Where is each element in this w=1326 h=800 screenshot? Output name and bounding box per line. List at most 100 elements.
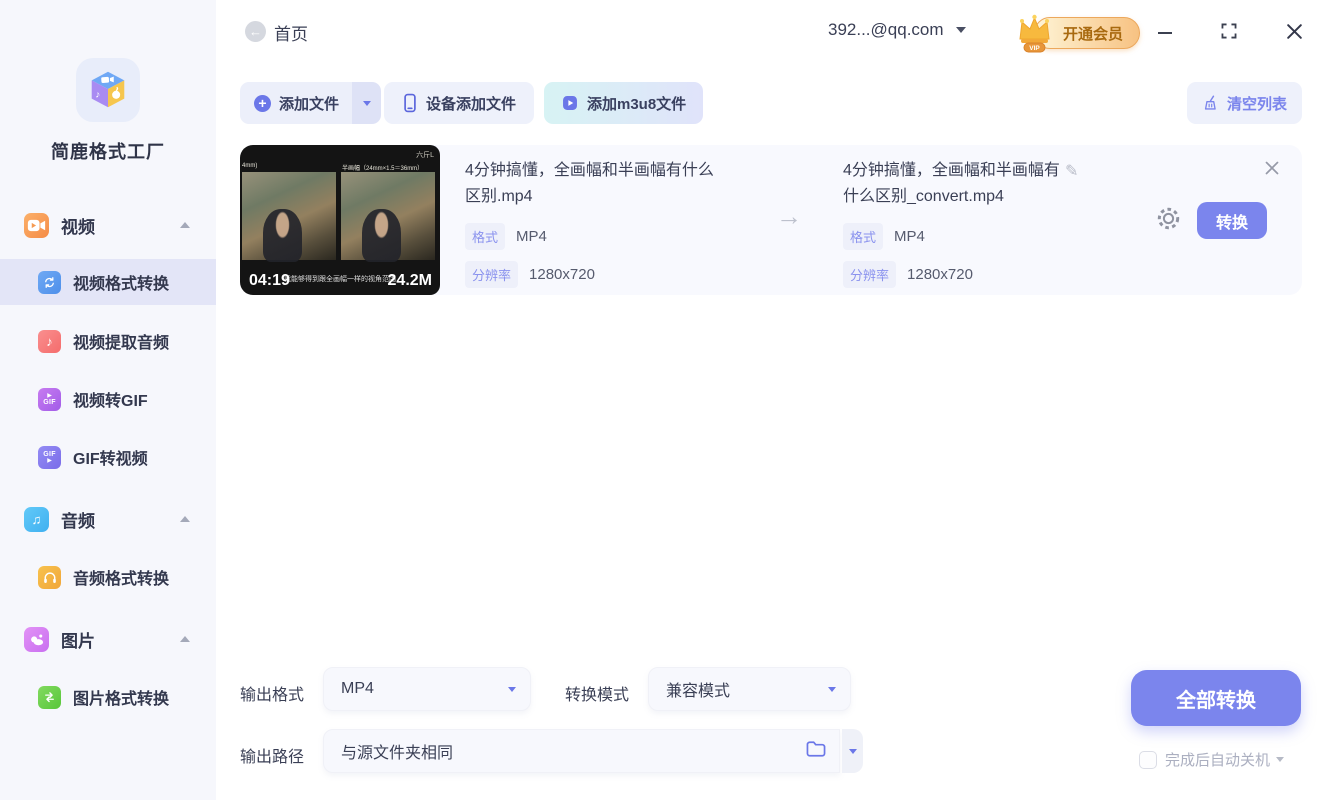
convert-button[interactable]: 转换 bbox=[1197, 202, 1267, 239]
chevron-down-icon bbox=[362, 100, 371, 106]
close-icon bbox=[1286, 23, 1302, 39]
edit-filename-icon[interactable]: ✎ bbox=[1065, 161, 1078, 181]
add-file-split-button: + 添加文件 bbox=[240, 82, 382, 124]
close-button[interactable] bbox=[1282, 19, 1306, 43]
minimize-icon bbox=[1158, 32, 1172, 34]
sidebar-item-label: 图片格式转换 bbox=[73, 691, 170, 708]
cube-logo-icon: ♪ bbox=[91, 71, 125, 108]
source-filename: 4分钟搞懂，全画幅和半画幅有什么区别.mp4 bbox=[465, 162, 714, 205]
convert-all-button[interactable]: 全部转换 bbox=[1131, 670, 1301, 726]
vip-crown-icon: VIP bbox=[1019, 14, 1050, 53]
page-title: 首页 bbox=[274, 25, 308, 44]
thumb-label-left: 4mm) bbox=[242, 163, 258, 169]
item-settings-button[interactable] bbox=[1155, 205, 1182, 237]
sidebar-section-label: 视频 bbox=[61, 217, 95, 237]
thumb-corner-text: 六斤L bbox=[416, 152, 434, 159]
audio-icon: ♫ bbox=[24, 506, 49, 532]
sidebar-section-video[interactable]: 视频 bbox=[0, 202, 216, 248]
svg-text:VIP: VIP bbox=[1029, 45, 1040, 52]
convert-all-label: 全部转换 bbox=[1176, 689, 1256, 712]
output-format-select[interactable]: MP4 bbox=[323, 667, 531, 711]
output-format-value: MP4 bbox=[894, 228, 925, 245]
thumb-frame-right bbox=[341, 172, 435, 262]
add-m3u8-button[interactable]: 添加m3u8文件 bbox=[544, 82, 704, 124]
sidebar-item-label: 视频提取音频 bbox=[73, 335, 170, 352]
folder-icon[interactable] bbox=[805, 740, 827, 763]
close-icon bbox=[1265, 161, 1279, 175]
sidebar-section-image[interactable]: 图片 bbox=[0, 616, 216, 662]
music-notes-glyph: ♫ bbox=[31, 511, 42, 527]
sidebar-item-video-to-gif[interactable]: ▶ GIF 视频转GIF bbox=[0, 376, 216, 422]
svg-text:♪: ♪ bbox=[96, 90, 101, 101]
sidebar-nav: 视频 视频格式转换 ♪ 视频提取音频 ▶ GIF 视频转GIF GIF ▶ GI… bbox=[0, 202, 216, 720]
video-thumbnail[interactable]: 六斤L 4mm) 半画幅（24mm×1.5＝36mm） 就能够得到跟全画幅一样的… bbox=[240, 145, 440, 295]
remove-file-button[interactable] bbox=[1264, 160, 1280, 181]
source-resolution-value: 1280x720 bbox=[529, 266, 595, 283]
add-file-dropdown-button[interactable] bbox=[352, 82, 382, 124]
gear-icon bbox=[1157, 207, 1180, 230]
output-filename: 4分钟搞懂，全画幅和半画幅有什么区别_convert.mp4 bbox=[843, 162, 1060, 205]
gif-text: GIF bbox=[43, 450, 56, 458]
auto-shutdown-option[interactable]: 完成后自动关机 bbox=[1139, 749, 1285, 770]
sidebar-item-image-format-convert[interactable]: 图片格式转换 bbox=[0, 674, 216, 720]
source-file-info: 4分钟搞懂，全画幅和半画幅有什么区别.mp4 格式 MP4 分辨率 1280x7… bbox=[465, 158, 717, 288]
back-button[interactable]: ← bbox=[245, 21, 266, 42]
video-filesize: 24.2M bbox=[387, 272, 432, 289]
auto-shutdown-checkbox[interactable] bbox=[1139, 750, 1157, 769]
convert-arrow-icon: → bbox=[776, 201, 802, 231]
sidebar-section-label: 音频 bbox=[61, 511, 95, 531]
chevron-down-icon bbox=[828, 686, 836, 692]
sidebar-item-label: GIF转视频 bbox=[73, 451, 148, 468]
sidebar-item-label: 视频转GIF bbox=[73, 393, 148, 410]
maximize-button[interactable] bbox=[1217, 19, 1241, 43]
convert-mode-label: 转换模式 bbox=[565, 687, 630, 704]
sidebar-item-video-format-convert[interactable]: 视频格式转换 bbox=[0, 259, 216, 305]
convert-label: 转换 bbox=[1215, 214, 1248, 232]
chevron-down-icon bbox=[848, 748, 857, 754]
minimize-button[interactable] bbox=[1153, 19, 1177, 43]
app-logo-block: ♪ 简鹿格式工厂 bbox=[0, 0, 216, 164]
sidebar-item-video-extract-audio[interactable]: ♪ 视频提取音频 bbox=[0, 318, 216, 364]
sidebar-section-label: 图片 bbox=[61, 631, 95, 651]
sidebar-item-gif-to-video[interactable]: GIF ▶ GIF转视频 bbox=[0, 434, 216, 480]
output-path-dropdown-button[interactable] bbox=[842, 729, 863, 773]
auto-shutdown-label: 完成后自动关机 bbox=[1165, 752, 1271, 769]
play-glyph: ▶ bbox=[47, 457, 52, 464]
broom-icon bbox=[1202, 94, 1219, 112]
video-icon bbox=[24, 212, 49, 238]
sidebar-item-audio-format-convert[interactable]: 音频格式转换 bbox=[0, 554, 216, 600]
m3u8-file-icon bbox=[561, 94, 579, 112]
chevron-down-icon bbox=[1276, 757, 1285, 762]
output-file-info: 4分钟搞懂，全画幅和半画幅有什么区别_convert.mp4 ✎ 格式 MP4 … bbox=[843, 158, 1078, 288]
account-menu[interactable]: 392...@qq.com bbox=[828, 20, 966, 40]
clear-list-button[interactable]: 清空列表 bbox=[1186, 82, 1302, 124]
maximize-icon bbox=[1221, 23, 1237, 39]
app-window: ♪ 简鹿格式工厂 视频 视频格式转换 ♪ 视频提取音频 ▶ GIF 视频转GIF… bbox=[0, 0, 1326, 800]
device-add-file-button[interactable]: 设备添加文件 bbox=[384, 82, 535, 124]
collapse-caret-icon[interactable] bbox=[180, 516, 190, 522]
convert-mode-select[interactable]: 兼容模式 bbox=[648, 667, 851, 711]
output-path-field[interactable]: 与源文件夹相同 bbox=[323, 729, 840, 773]
chevron-down-icon bbox=[508, 686, 516, 692]
image-convert-icon bbox=[38, 685, 61, 709]
output-resolution-value: 1280x720 bbox=[907, 266, 973, 283]
sidebar-item-label: 视频格式转换 bbox=[73, 276, 170, 293]
add-file-label: 添加文件 bbox=[279, 95, 340, 113]
phone-icon bbox=[402, 93, 418, 113]
sidebar: ♪ 简鹿格式工厂 视频 视频格式转换 ♪ 视频提取音频 ▶ GIF 视频转GIF… bbox=[0, 0, 216, 800]
add-file-button[interactable]: + 添加文件 bbox=[240, 82, 353, 124]
output-path-value: 与源文件夹相同 bbox=[341, 745, 454, 762]
vip-upgrade-button[interactable]: VIP 开通会员 bbox=[1012, 13, 1141, 53]
headphones-icon bbox=[38, 565, 61, 589]
device-add-label: 设备添加文件 bbox=[426, 95, 517, 113]
resolution-badge: 分辨率 bbox=[465, 261, 519, 288]
extract-audio-icon: ♪ bbox=[38, 329, 61, 353]
music-note-glyph: ♪ bbox=[46, 333, 53, 349]
file-list-row: 六斤L 4mm) 半画幅（24mm×1.5＝36mm） 就能够得到跟全画幅一样的… bbox=[240, 145, 1302, 295]
video-duration: 04:19 bbox=[249, 272, 290, 289]
sidebar-section-audio[interactable]: ♫ 音频 bbox=[0, 496, 216, 542]
collapse-caret-icon[interactable] bbox=[180, 222, 190, 228]
collapse-caret-icon[interactable] bbox=[180, 636, 190, 642]
account-email: 392...@qq.com bbox=[828, 20, 944, 39]
output-format-value: MP4 bbox=[341, 680, 374, 697]
